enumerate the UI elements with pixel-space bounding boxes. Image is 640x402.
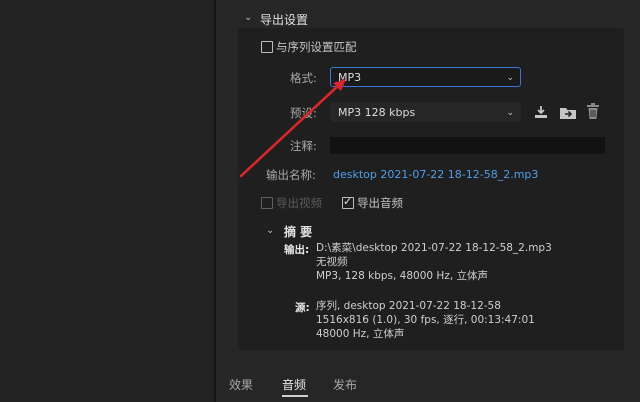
summary-source-line: 48000 Hz, 立体声 bbox=[316, 328, 405, 340]
export-audio-label[interactable]: 导出音频 bbox=[357, 195, 403, 211]
export-audio-checkbox[interactable] bbox=[342, 195, 354, 209]
summary-output-line: D:\素菜\desktop 2021-07-22 18-12-58_2.mp3 bbox=[316, 242, 552, 254]
summary-output-line: MP3, 128 kbps, 48000 Hz, 立体声 bbox=[316, 270, 489, 282]
section-title[interactable]: 导出设置 bbox=[260, 11, 308, 28]
dropdown-caret-icon: ⌄ bbox=[506, 108, 514, 118]
comments-label: 注释: bbox=[290, 139, 317, 153]
export-video-checkbox[interactable] bbox=[261, 197, 273, 209]
tab-audio[interactable]: 音频 bbox=[282, 376, 306, 393]
summary-chevron-down-icon[interactable]: ⌄ bbox=[266, 225, 274, 236]
preset-dropdown[interactable]: MP3 128 kbps ⌄ bbox=[330, 102, 521, 122]
section-chevron-down-icon[interactable]: ⌄ bbox=[244, 12, 252, 23]
tab-publish[interactable]: 发布 bbox=[333, 376, 357, 393]
save-preset-icon[interactable] bbox=[533, 104, 549, 120]
active-tab-indicator bbox=[282, 395, 308, 397]
delete-preset-icon[interactable] bbox=[586, 103, 600, 120]
output-name-label: 输出名称: bbox=[266, 168, 316, 182]
format-value: MP3 bbox=[338, 71, 362, 84]
preset-value: MP3 128 kbps bbox=[338, 106, 416, 119]
summary-source-line: 序列, desktop 2021-07-22 18-12-58 bbox=[316, 300, 501, 312]
format-dropdown[interactable]: MP3 ⌄ bbox=[330, 67, 521, 87]
tab-effects[interactable]: 效果 bbox=[229, 376, 253, 393]
export-video-label: 导出视频 bbox=[276, 196, 322, 210]
summary-source-label: 源: bbox=[295, 302, 310, 314]
dropdown-caret-icon: ⌄ bbox=[506, 73, 514, 83]
summary-title[interactable]: 摘 要 bbox=[284, 223, 312, 240]
comments-input[interactable] bbox=[330, 137, 605, 154]
output-name-link[interactable]: desktop 2021-07-22 18-12-58_2.mp3 bbox=[333, 168, 538, 181]
summary-source-line: 1516x816 (1.0), 30 fps, 逐行, 00:13:47:01 bbox=[316, 314, 535, 326]
format-label: 格式: bbox=[290, 71, 317, 85]
match-sequence-label[interactable]: 与序列设置匹配 bbox=[276, 39, 357, 55]
match-sequence-checkbox[interactable] bbox=[261, 41, 273, 53]
left-pane bbox=[0, 0, 214, 402]
summary-output-line: 无视频 bbox=[316, 256, 348, 268]
import-preset-icon[interactable] bbox=[559, 104, 577, 120]
preset-label: 预设: bbox=[290, 106, 317, 120]
summary-output-label: 输出: bbox=[284, 244, 310, 256]
